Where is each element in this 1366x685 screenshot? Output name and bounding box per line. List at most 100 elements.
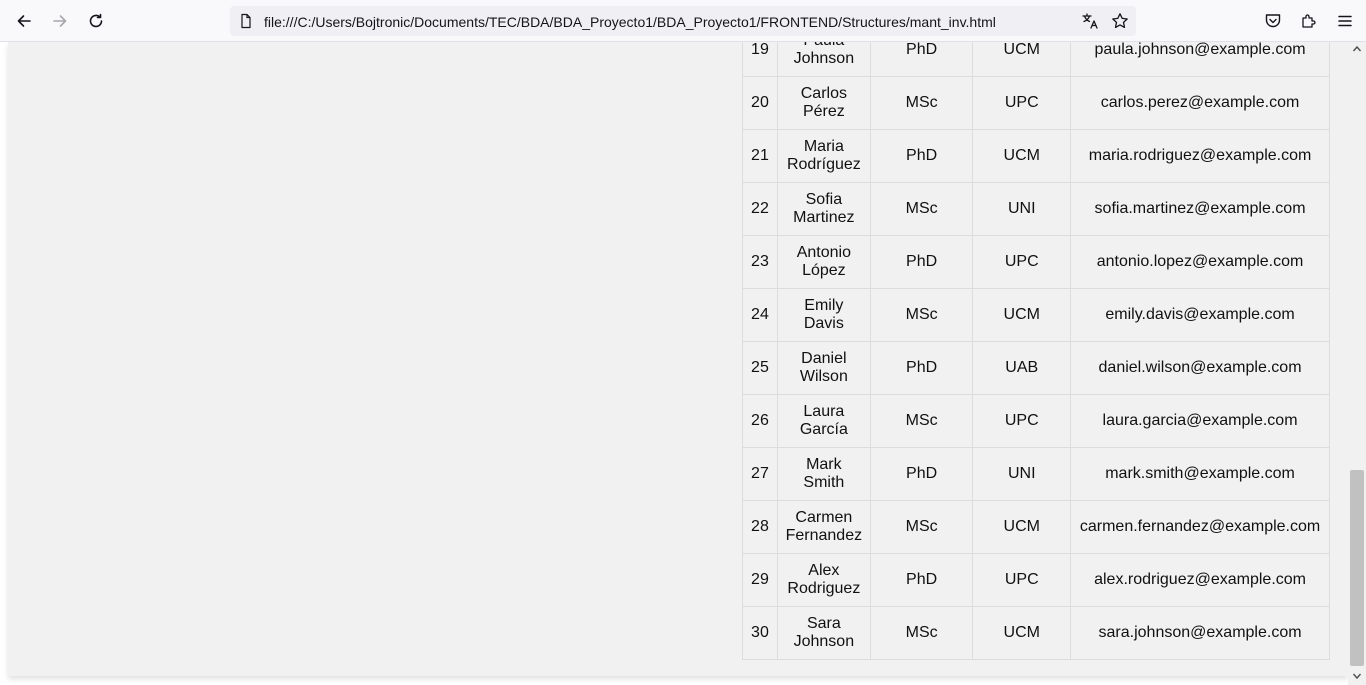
row-email-text: carlos.perez@example.com bbox=[1100, 94, 1300, 111]
row-email-text: laura.garcia@example.com bbox=[1102, 412, 1298, 429]
row-name-text: Maria bbox=[803, 138, 844, 155]
row-email-cell: sofia.martinez@example.com bbox=[1070, 182, 1330, 236]
row-name-text: Pérez bbox=[802, 103, 845, 120]
url-text[interactable]: file:///C:/Users/Bojtronic/Documents/TEC… bbox=[264, 14, 996, 30]
scroll-up-arrow-icon[interactable] bbox=[1352, 44, 1362, 54]
table-row: 27 Mark Smith PhD UNI mark.smith@example.com bbox=[742, 447, 1330, 501]
document-icon bbox=[241, 13, 251, 29]
reload-button[interactable] bbox=[82, 7, 110, 35]
row-degree-text: PhD bbox=[906, 359, 938, 376]
row-id-text: 22 bbox=[751, 200, 769, 217]
reload-icon bbox=[89, 13, 103, 28]
row-name-text: Paula bbox=[778, 42, 870, 50]
row-email-text: sara.johnson@example.com bbox=[1098, 624, 1302, 641]
menu-button[interactable] bbox=[1332, 7, 1358, 35]
bookmark-button[interactable] bbox=[1110, 11, 1130, 31]
row-name-cell: Antonio López bbox=[776, 235, 871, 289]
row-university-cell: UCM bbox=[972, 129, 1072, 183]
investigators-table: 19PaulaJohnsonPhDUCMpaula.johnson@exampl… bbox=[742, 42, 1330, 660]
row-id-cell: 22 bbox=[742, 182, 778, 236]
row-university-text: UNI bbox=[1007, 200, 1036, 217]
row-name-text: Laura bbox=[803, 403, 845, 420]
row-name-text: Smith bbox=[803, 474, 845, 491]
row-id-cell: 19 bbox=[742, 42, 778, 77]
table-row: 23 Antonio López PhD UPC antonio.lopez@exampl… bbox=[742, 235, 1330, 289]
row-id-cell: 23 bbox=[742, 235, 778, 289]
row-degree-text: PhD bbox=[906, 253, 938, 270]
row-name-text: Wilson bbox=[799, 368, 848, 385]
row-university-text: UPC bbox=[1004, 253, 1039, 270]
row-name-cell: Carlos Pérez bbox=[776, 76, 871, 130]
pocket-icon bbox=[1265, 14, 1281, 28]
row-id-text: 26 bbox=[751, 412, 769, 429]
row-email-text: daniel.wilson@example.com bbox=[1098, 359, 1302, 376]
vertical-scrollbar[interactable] bbox=[1348, 42, 1366, 685]
row-email-cell: antonio.lopez@example.com bbox=[1070, 235, 1330, 289]
row-email-cell: mark.smith@example.com bbox=[1070, 447, 1330, 501]
row-degree-cell: PhD bbox=[869, 129, 974, 183]
url-bar[interactable]: file:///C:/Users/Bojtronic/Documents/TEC… bbox=[230, 6, 1136, 36]
row-university-cell: UNI bbox=[972, 447, 1072, 501]
row-name-text: Sara bbox=[806, 615, 841, 632]
row-id-text: 20 bbox=[751, 94, 769, 111]
extensions-button[interactable] bbox=[1296, 7, 1322, 35]
forward-button[interactable] bbox=[46, 7, 74, 35]
row-id-text: 24 bbox=[751, 306, 769, 323]
table-row: 24 Emily Davis MSc UCM emily.davis@example.co… bbox=[742, 288, 1330, 342]
row-university-cell: UCM bbox=[972, 288, 1072, 342]
row-email-cell: maria.rodriguez@example.com bbox=[1070, 129, 1330, 183]
row-id-cell: 24 bbox=[742, 288, 778, 342]
row-name-text: Mark bbox=[806, 456, 842, 473]
pocket-button[interactable] bbox=[1260, 7, 1286, 35]
hamburger-icon bbox=[1338, 15, 1352, 27]
row-name-text: García bbox=[799, 421, 848, 438]
row-degree-text: MSc bbox=[905, 518, 938, 535]
row-name-cell: Carmen Fernandez bbox=[776, 500, 871, 554]
row-degree-text: MSc bbox=[905, 412, 938, 429]
row-id-cell: 20 bbox=[742, 76, 778, 130]
row-name-text: Fernandez bbox=[785, 527, 863, 544]
row-id-cell: 21 bbox=[742, 129, 778, 183]
row-degree-cell: MSc bbox=[869, 606, 974, 660]
row-name-text: Rodriguez bbox=[787, 580, 861, 597]
back-button[interactable] bbox=[10, 7, 38, 35]
row-name-cell: Daniel Wilson bbox=[776, 341, 871, 395]
table-row: 26 Laura García MSc UPC laura.garcia@example.… bbox=[742, 394, 1330, 448]
row-email-text: maria.rodriguez@example.com bbox=[1088, 147, 1312, 164]
row-id-text: 19 bbox=[751, 42, 769, 58]
row-email-text: emily.davis@example.com bbox=[1105, 306, 1295, 323]
row-name-cell: Maria Rodríguez bbox=[776, 129, 871, 183]
row-university-cell: UPC bbox=[972, 76, 1072, 130]
row-name-cell: PaulaJohnson bbox=[776, 42, 871, 77]
row-name-cell: Sofia Martinez bbox=[776, 182, 871, 236]
row-university-text: UCM bbox=[1003, 518, 1040, 535]
row-name-cell: Sara Johnson bbox=[776, 606, 871, 660]
row-email-cell: laura.garcia@example.com bbox=[1070, 394, 1330, 448]
row-id-text: 28 bbox=[751, 518, 769, 535]
table-row: 28 Carmen Fernandez MSc UCM carmen.fernandez@… bbox=[742, 500, 1330, 554]
row-degree-text: PhD bbox=[906, 42, 938, 58]
row-name-text: López bbox=[802, 262, 846, 279]
row-degree-cell: MSc bbox=[869, 500, 974, 554]
row-email-cell: emily.davis@example.com bbox=[1070, 288, 1330, 342]
table-row: 25 Daniel Wilson PhD UAB daniel.wilson@exampl… bbox=[742, 341, 1330, 395]
row-degree-text: PhD bbox=[906, 147, 938, 164]
row-university-cell: UPC bbox=[972, 394, 1072, 448]
scrollbar-thumb[interactable] bbox=[1350, 470, 1364, 666]
page-viewport: 19PaulaJohnsonPhDUCMpaula.johnson@exampl… bbox=[0, 42, 1366, 685]
row-university-cell: UCM bbox=[972, 606, 1072, 660]
row-name-cell: Emily Davis bbox=[776, 288, 871, 342]
row-id-cell: 30 bbox=[742, 606, 778, 660]
row-name-cell: Laura García bbox=[776, 394, 871, 448]
row-name-text: Martinez bbox=[793, 209, 855, 226]
row-degree-cell: PhD bbox=[869, 42, 974, 77]
row-name-text: Carmen bbox=[795, 509, 853, 526]
row-name-text: Antonio bbox=[796, 244, 851, 261]
row-name-text: Daniel bbox=[801, 350, 847, 367]
translate-button[interactable] bbox=[1080, 11, 1100, 31]
puzzle-icon bbox=[1302, 14, 1316, 28]
row-degree-cell: PhD bbox=[869, 447, 974, 501]
row-degree-cell: PhD bbox=[869, 235, 974, 289]
scroll-down-arrow-icon[interactable] bbox=[1352, 671, 1362, 681]
row-degree-cell: PhD bbox=[869, 553, 974, 607]
